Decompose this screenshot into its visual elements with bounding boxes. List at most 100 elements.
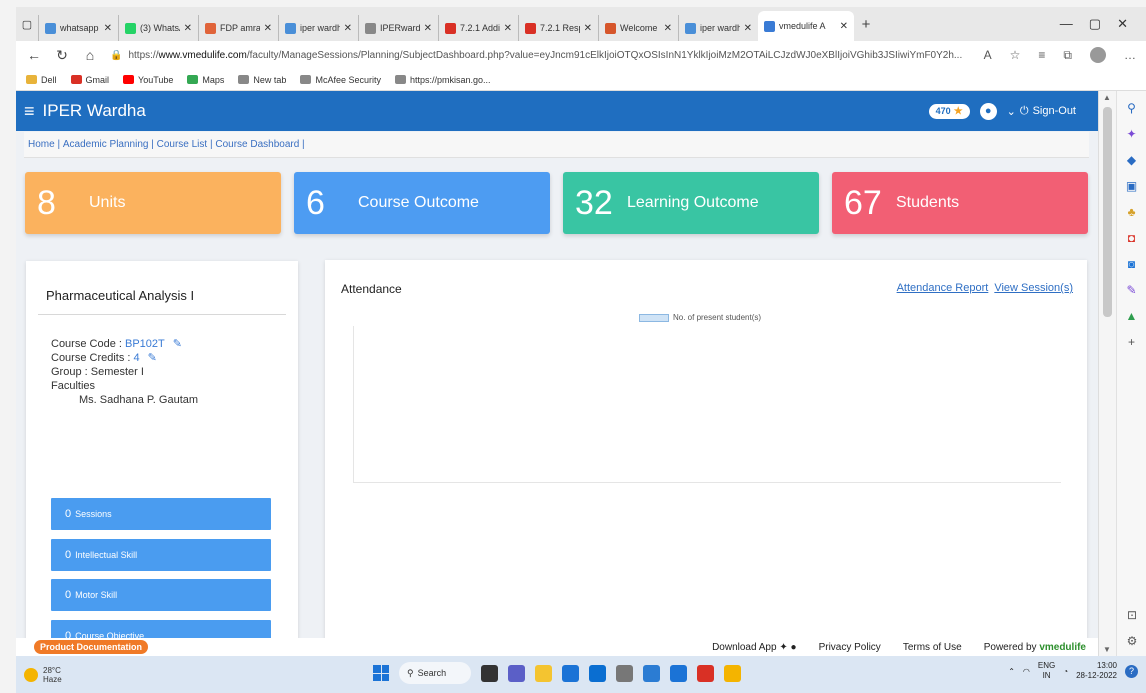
url-field[interactable]: 🔒 https://www.vmedulife.com/faculty/Mana… [110, 50, 972, 61]
action-button[interactable]: 0 Sessions [51, 498, 271, 530]
browser-tab[interactable]: 7.2.1 Additio ✕ [438, 15, 518, 41]
scroll-thumb[interactable] [1103, 107, 1112, 317]
browser-tab[interactable]: whatsapp w ✕ [38, 15, 118, 41]
scroll-up-icon[interactable]: ▲ [1103, 93, 1111, 102]
edit-credits-icon[interactable]: ✎ [148, 352, 157, 364]
home-icon[interactable]: ⌂ [82, 47, 98, 63]
start-icon[interactable] [373, 665, 389, 681]
help-icon[interactable]: ? [1125, 664, 1138, 678]
browser-tab[interactable]: iper wardha ✕ [678, 15, 758, 41]
close-icon[interactable]: ✕ [424, 23, 432, 34]
taskbar-app-icon[interactable] [697, 664, 714, 682]
stat-card[interactable]: 6 Course Outcome [294, 172, 550, 234]
privacy-link[interactable]: Privacy Policy [819, 642, 881, 653]
action-button[interactable]: 0 Motor Skill [51, 579, 271, 611]
browser-tab[interactable]: IPERwardha ✕ [358, 15, 438, 41]
taskbar-app-icon[interactable] [562, 664, 579, 682]
profile-avatar[interactable] [1090, 47, 1106, 63]
close-icon[interactable]: ✕ [504, 23, 512, 34]
breadcrumb-item[interactable]: Academic Planning [63, 139, 149, 150]
close-icon[interactable]: ✕ [744, 23, 752, 34]
restore-icon[interactable]: ▢ [1089, 16, 1101, 32]
download-app[interactable]: Download App ✦ ● [712, 642, 797, 653]
sign-out-button[interactable]: ⌄ ⏻ Sign-Out [1007, 105, 1076, 118]
weather-widget[interactable]: 28°C Haze [16, 666, 62, 684]
tree-icon[interactable]: ▲ [1125, 309, 1139, 323]
close-icon[interactable]: ✕ [104, 23, 112, 34]
taskbar-app-icon[interactable] [481, 664, 498, 682]
read-aloud-icon[interactable]: A [984, 48, 992, 62]
terms-link[interactable]: Terms of Use [903, 642, 962, 653]
close-icon[interactable]: ✕ [840, 21, 848, 32]
taskbar-app-icon[interactable] [589, 664, 606, 682]
scroll-down-icon[interactable]: ▼ [1103, 645, 1111, 654]
settings-icon[interactable]: ⚙ [1127, 634, 1138, 648]
attendance-report-link[interactable]: Attendance Report [897, 282, 989, 294]
games-icon[interactable]: ♣ [1125, 205, 1139, 219]
taskbar-app-icon[interactable] [670, 664, 687, 682]
breadcrumb-item[interactable]: Home [28, 139, 55, 150]
network-icon[interactable]: ◠ [1023, 667, 1030, 676]
close-window-icon[interactable]: ✕ [1117, 16, 1128, 32]
breadcrumb-item[interactable]: Course List [157, 139, 208, 150]
search-icon[interactable]: ⚲ [1125, 101, 1139, 115]
brand-name[interactable]: vmedulife [1039, 642, 1086, 653]
bookmark-item[interactable]: YouTube [123, 75, 173, 85]
coins-badge[interactable]: 470 ★ [928, 103, 970, 119]
outlook-icon[interactable]: ◙ [1125, 257, 1139, 271]
close-icon[interactable]: ✕ [264, 23, 272, 34]
bookmark-item[interactable]: https://pmkisan.go... [394, 75, 491, 85]
bookmark-item[interactable]: Maps [187, 75, 224, 85]
wifi-icon[interactable]: ◔ [1063, 667, 1068, 676]
add-icon[interactable]: + [1125, 335, 1139, 349]
stat-card[interactable]: 67 Students [832, 172, 1088, 234]
view-sessions-link[interactable]: View Session(s) [994, 282, 1073, 294]
favorite-icon[interactable]: ☆ [1010, 48, 1021, 62]
close-icon[interactable]: ✕ [344, 23, 352, 34]
split-screen-icon[interactable]: ⊡ [1127, 608, 1137, 622]
office-icon[interactable]: ◘ [1125, 231, 1139, 245]
taskbar-search[interactable]: ⚲ Search [399, 662, 471, 684]
close-icon[interactable]: ✕ [664, 23, 672, 34]
briefcase-icon[interactable]: ▣ [1125, 179, 1139, 193]
taskbar-app-icon[interactable] [643, 664, 660, 682]
browser-tab[interactable]: Welcome to ✕ [598, 15, 678, 41]
breadcrumb-item[interactable]: Course Dashboard [215, 139, 299, 150]
language-indicator[interactable]: ENG IN [1038, 661, 1055, 681]
browser-tab[interactable]: (3) WhatsAp ✕ [118, 15, 198, 41]
browser-tab[interactable]: FDP amravati ✕ [198, 15, 278, 41]
page-scrollbar[interactable]: ▲ ▼ [1098, 91, 1116, 656]
browser-tab[interactable]: iper wardha ✕ [278, 15, 358, 41]
close-icon[interactable]: ✕ [584, 23, 592, 34]
bookmark-item[interactable]: McAfee Security [300, 75, 381, 85]
designer-icon[interactable]: ✎ [1125, 283, 1139, 297]
edit-code-icon[interactable]: ✎ [173, 338, 182, 350]
favorites-list-icon[interactable]: ≡ [1038, 48, 1045, 62]
chart-legend[interactable]: No. of present student(s) [639, 313, 761, 322]
taskbar-app-icon[interactable] [508, 664, 525, 682]
new-tab-icon[interactable]: + [854, 13, 878, 35]
taskbar-app-icon[interactable] [535, 664, 552, 682]
minimize-icon[interactable]: — [1060, 16, 1073, 32]
discover-icon[interactable]: ✦ [1125, 127, 1139, 141]
action-button[interactable]: 0 Intellectual Skill [51, 539, 271, 571]
tab-actions-icon[interactable]: ▢ [16, 13, 38, 35]
back-icon[interactable]: ← [26, 47, 42, 63]
more-menu-icon[interactable]: … [1124, 48, 1136, 62]
tag-icon[interactable]: ◆ [1125, 153, 1139, 167]
product-documentation-badge[interactable]: Product Documentation [34, 640, 149, 654]
stat-card[interactable]: 32 Learning Outcome [563, 172, 819, 234]
browser-tab[interactable]: vmedulife A ✕ [758, 11, 854, 41]
clock[interactable]: 13:00 28-12-2022 [1076, 661, 1117, 681]
menu-icon[interactable]: ≡ [24, 101, 35, 122]
bookmark-item[interactable]: Gmail [70, 75, 109, 85]
taskbar-app-icon[interactable] [724, 664, 741, 682]
collections-icon[interactable]: ⧉ [1063, 48, 1072, 63]
taskbar-app-icon[interactable] [616, 664, 633, 682]
close-icon[interactable]: ✕ [184, 23, 192, 34]
browser-tab[interactable]: 7.2.1 Respon ✕ [518, 15, 598, 41]
user-icon[interactable]: ● [979, 102, 997, 120]
chevron-up-icon[interactable]: ⌃ [1008, 667, 1015, 676]
bookmark-item[interactable]: New tab [238, 75, 286, 85]
bookmark-item[interactable]: Dell [26, 75, 57, 85]
